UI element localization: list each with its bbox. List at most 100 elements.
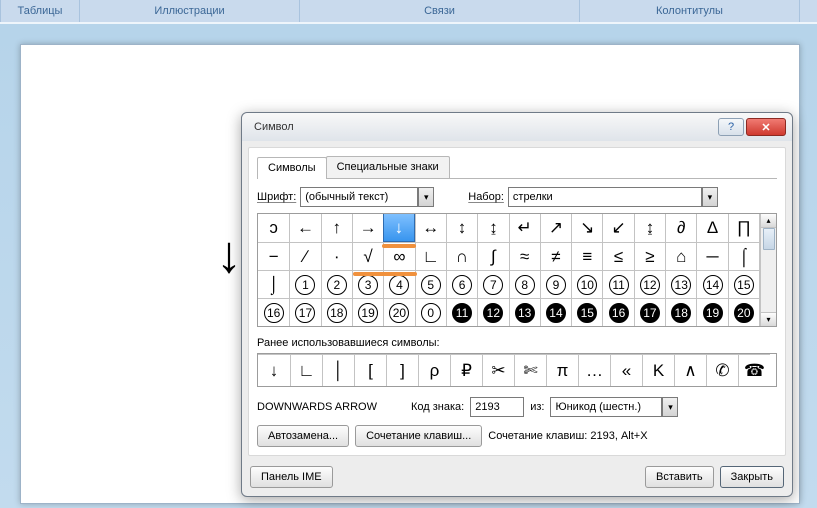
symbol-cell[interactable]: ↕ — [446, 214, 477, 242]
scroll-up-button[interactable]: ▴ — [761, 214, 776, 228]
tab-symbols[interactable]: Символы — [257, 157, 327, 179]
symbol-cell[interactable]: ∕ — [289, 242, 320, 270]
symbol-cell[interactable]: 19 — [696, 298, 727, 326]
font-dropdown-arrow[interactable] — [418, 187, 434, 207]
symbol-cell[interactable]: ⌡ — [258, 270, 289, 298]
symbol-cell[interactable]: 10 — [571, 270, 602, 298]
recent-symbol-cell[interactable]: K — [642, 354, 674, 386]
code-input[interactable] — [470, 397, 524, 417]
recent-symbol-cell[interactable]: ∟ — [290, 354, 322, 386]
symbol-cell[interactable]: ∟ — [415, 242, 446, 270]
symbol-cell[interactable]: ≈ — [509, 242, 540, 270]
symbol-cell[interactable]: ≥ — [634, 242, 665, 270]
symbol-cell[interactable]: ↑ — [321, 214, 352, 242]
recent-symbol-cell[interactable]: ∧ — [674, 354, 706, 386]
symbol-cell[interactable]: ∏ — [728, 214, 759, 242]
recent-symbol-cell[interactable]: ρ — [418, 354, 450, 386]
symbol-cell[interactable]: 17 — [289, 298, 320, 326]
scroll-down-button[interactable]: ▾ — [761, 312, 776, 326]
symbol-cell[interactable]: 12 — [477, 298, 508, 326]
recent-symbol-cell[interactable]: ₽ — [450, 354, 482, 386]
subset-dropdown-arrow[interactable] — [702, 187, 718, 207]
symbol-cell[interactable]: ↙ — [602, 214, 633, 242]
scroll-thumb[interactable] — [763, 228, 775, 250]
symbol-cell[interactable]: 11 — [446, 298, 477, 326]
symbol-cell[interactable]: 17 — [634, 298, 665, 326]
symbol-cell[interactable]: − — [258, 242, 289, 270]
symbol-cell[interactable]: ↵ — [509, 214, 540, 242]
insert-button[interactable]: Вставить — [645, 466, 714, 488]
window-close-button[interactable]: ✕ — [746, 118, 786, 136]
symbol-cell[interactable]: ⌠ — [728, 242, 759, 270]
symbol-cell[interactable]: ─ — [696, 242, 727, 270]
symbol-cell[interactable]: ← — [289, 214, 320, 242]
symbol-cell[interactable]: ɔ — [258, 214, 289, 242]
recent-symbol-cell[interactable]: … — [578, 354, 610, 386]
ime-panel-button[interactable]: Панель IME — [250, 466, 333, 488]
symbol-cell[interactable]: 19 — [352, 298, 383, 326]
symbol-cell[interactable]: 0 — [415, 298, 446, 326]
symbol-cell[interactable]: 1 — [289, 270, 320, 298]
symbol-cell[interactable]: 13 — [509, 298, 540, 326]
recent-symbol-cell[interactable]: ☎ — [738, 354, 770, 386]
encoding-dropdown-arrow[interactable] — [662, 397, 678, 417]
symbol-cell[interactable]: √ — [352, 242, 383, 270]
symbol-cell[interactable]: ↓ — [383, 214, 414, 242]
ribbon-group-illustrations[interactable]: Иллюстрации — [80, 0, 300, 22]
symbol-cell[interactable]: ↨ — [634, 214, 665, 242]
ribbon-group-headers[interactable]: Колонтитулы — [580, 0, 800, 22]
encoding-combo[interactable] — [550, 397, 678, 417]
font-input[interactable] — [300, 187, 418, 207]
ribbon-group-tables[interactable]: Таблицы — [0, 0, 80, 22]
symbol-cell[interactable]: → — [352, 214, 383, 242]
symbol-cell[interactable]: 6 — [446, 270, 477, 298]
symbol-cell[interactable]: 7 — [477, 270, 508, 298]
symbol-cell[interactable]: ↨ — [477, 214, 508, 242]
tab-special-chars[interactable]: Специальные знаки — [326, 156, 450, 178]
symbol-cell[interactable]: ≠ — [540, 242, 571, 270]
symbol-cell[interactable]: 12 — [634, 270, 665, 298]
ribbon-group-links[interactable]: Связи — [300, 0, 580, 22]
subset-combo[interactable] — [508, 187, 777, 207]
symbol-cell[interactable]: 20 — [383, 298, 414, 326]
symbol-cell[interactable]: 2 — [321, 270, 352, 298]
symbol-cell[interactable]: ↘ — [571, 214, 602, 242]
symbol-cell[interactable]: ≡ — [571, 242, 602, 270]
symbol-cell[interactable]: 16 — [258, 298, 289, 326]
recent-symbol-cell[interactable]: π — [546, 354, 578, 386]
symbol-cell[interactable]: ≤ — [602, 242, 633, 270]
recent-symbol-cell[interactable]: « — [610, 354, 642, 386]
symbol-cell[interactable]: ⌂ — [665, 242, 696, 270]
help-button[interactable]: ? — [718, 118, 744, 136]
recent-symbol-cell[interactable]: ] — [386, 354, 418, 386]
symbol-cell[interactable]: 14 — [696, 270, 727, 298]
symbol-cell[interactable]: 18 — [321, 298, 352, 326]
grid-scrollbar[interactable]: ▴ ▾ — [760, 214, 776, 326]
symbol-cell[interactable]: Δ — [696, 214, 727, 242]
symbol-cell[interactable]: ∙ — [321, 242, 352, 270]
encoding-input[interactable] — [550, 397, 662, 417]
recent-symbol-cell[interactable]: │ — [322, 354, 354, 386]
recent-symbol-cell[interactable]: ✆ — [706, 354, 738, 386]
shortcut-button[interactable]: Сочетание клавиш... — [355, 425, 482, 447]
symbol-cell[interactable]: ∂ — [665, 214, 696, 242]
symbol-cell[interactable]: ∫ — [477, 242, 508, 270]
symbol-cell[interactable]: 15 — [728, 270, 759, 298]
symbol-cell[interactable]: ↗ — [540, 214, 571, 242]
symbol-cell[interactable]: 5 — [415, 270, 446, 298]
recent-symbol-cell[interactable]: [ — [354, 354, 386, 386]
font-combo[interactable] — [300, 187, 434, 207]
symbol-cell[interactable]: 18 — [665, 298, 696, 326]
symbol-cell[interactable]: ↔ — [415, 214, 446, 242]
symbol-cell[interactable]: 8 — [509, 270, 540, 298]
symbol-cell[interactable]: 16 — [602, 298, 633, 326]
symbol-cell[interactable]: 15 — [571, 298, 602, 326]
symbol-cell[interactable]: 14 — [540, 298, 571, 326]
recent-symbol-cell[interactable]: ↓ — [258, 354, 290, 386]
autocorrect-button[interactable]: Автозамена... — [257, 425, 349, 447]
recent-symbol-cell[interactable]: ✂ — [482, 354, 514, 386]
symbol-cell[interactable]: 13 — [665, 270, 696, 298]
subset-input[interactable] — [508, 187, 702, 207]
recent-symbol-cell[interactable]: ✄ — [514, 354, 546, 386]
close-button[interactable]: Закрыть — [720, 466, 784, 488]
